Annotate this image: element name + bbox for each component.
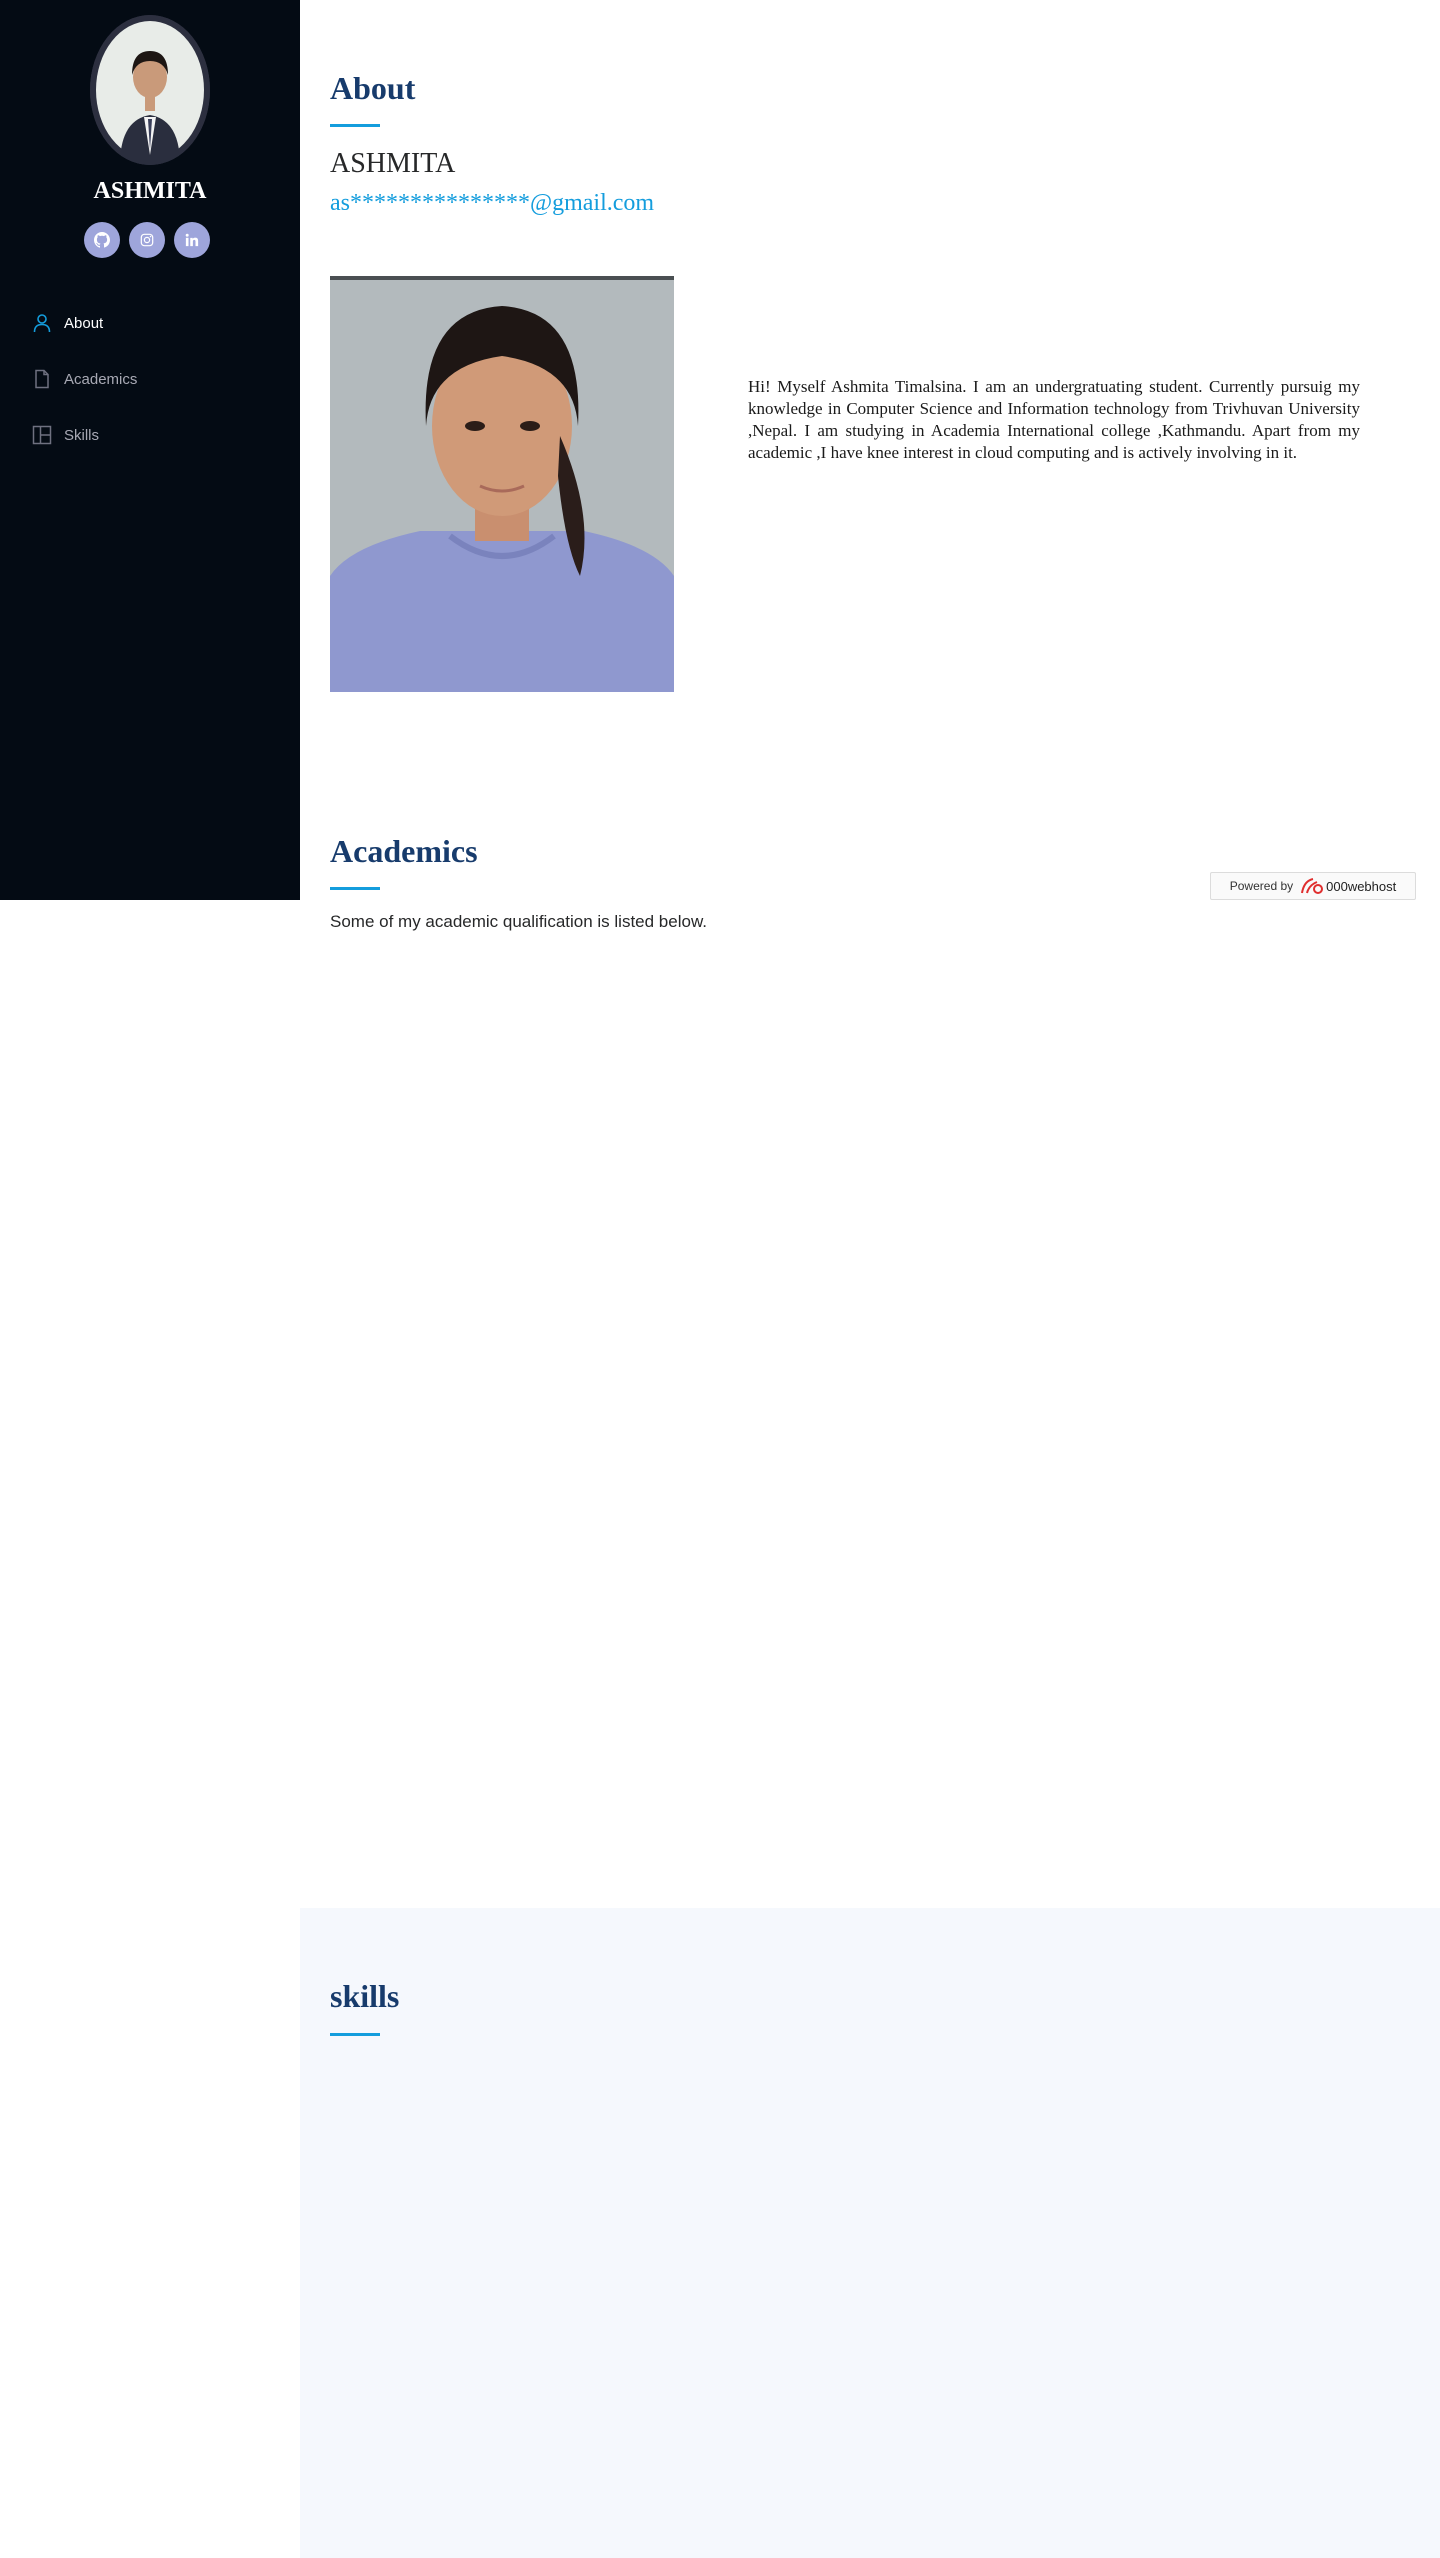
nav-label-academics: Academics (64, 370, 138, 388)
sidebar: ASHMITA About Academics Skills (0, 0, 300, 900)
profile-avatar[interactable] (90, 15, 210, 165)
nav-label-about: About (64, 314, 104, 332)
file-icon (30, 367, 54, 391)
skills-title: skills (330, 1978, 400, 2014)
nav-menu: About Academics Skills (30, 295, 137, 463)
nav-item-about[interactable]: About (30, 295, 137, 351)
linkedin-icon (185, 233, 199, 247)
linkedin-link[interactable] (174, 222, 210, 258)
brand-wrapper: 000webhost (1299, 877, 1396, 895)
nav-item-skills[interactable]: Skills (30, 407, 137, 463)
academics-title: Academics (330, 833, 478, 869)
brand-name: 000webhost (1326, 878, 1397, 894)
about-title-underline (330, 124, 380, 127)
social-links (84, 222, 210, 258)
academics-title-underline (330, 887, 380, 890)
webhost-logo-icon (1301, 878, 1324, 894)
layout-icon (30, 423, 54, 447)
powered-by-badge[interactable]: Powered by 000webhost (1210, 872, 1416, 900)
nav-item-academics[interactable]: Academics (30, 351, 137, 407)
about-title: About (330, 70, 416, 106)
academics-description: Some of my academic qualification is lis… (330, 912, 708, 931)
about-name: ASHMITA (330, 148, 456, 179)
skills-section (300, 1908, 1440, 2558)
github-icon (94, 232, 110, 248)
person-icon (30, 311, 54, 335)
nav-label-skills: Skills (64, 426, 100, 444)
instagram-icon (140, 233, 154, 247)
instagram-link[interactable] (129, 222, 165, 258)
skills-title-underline (330, 2033, 380, 2036)
github-link[interactable] (84, 222, 120, 258)
profile-name: ASHMITA (93, 178, 207, 204)
powered-by-label: Powered by (1229, 879, 1294, 893)
about-bio: Hi! Myself Ashmita Timalsina. I am an un… (748, 377, 1360, 462)
about-email-link[interactable]: as***************@gmail.com (330, 190, 654, 217)
profile-photo (330, 276, 674, 692)
